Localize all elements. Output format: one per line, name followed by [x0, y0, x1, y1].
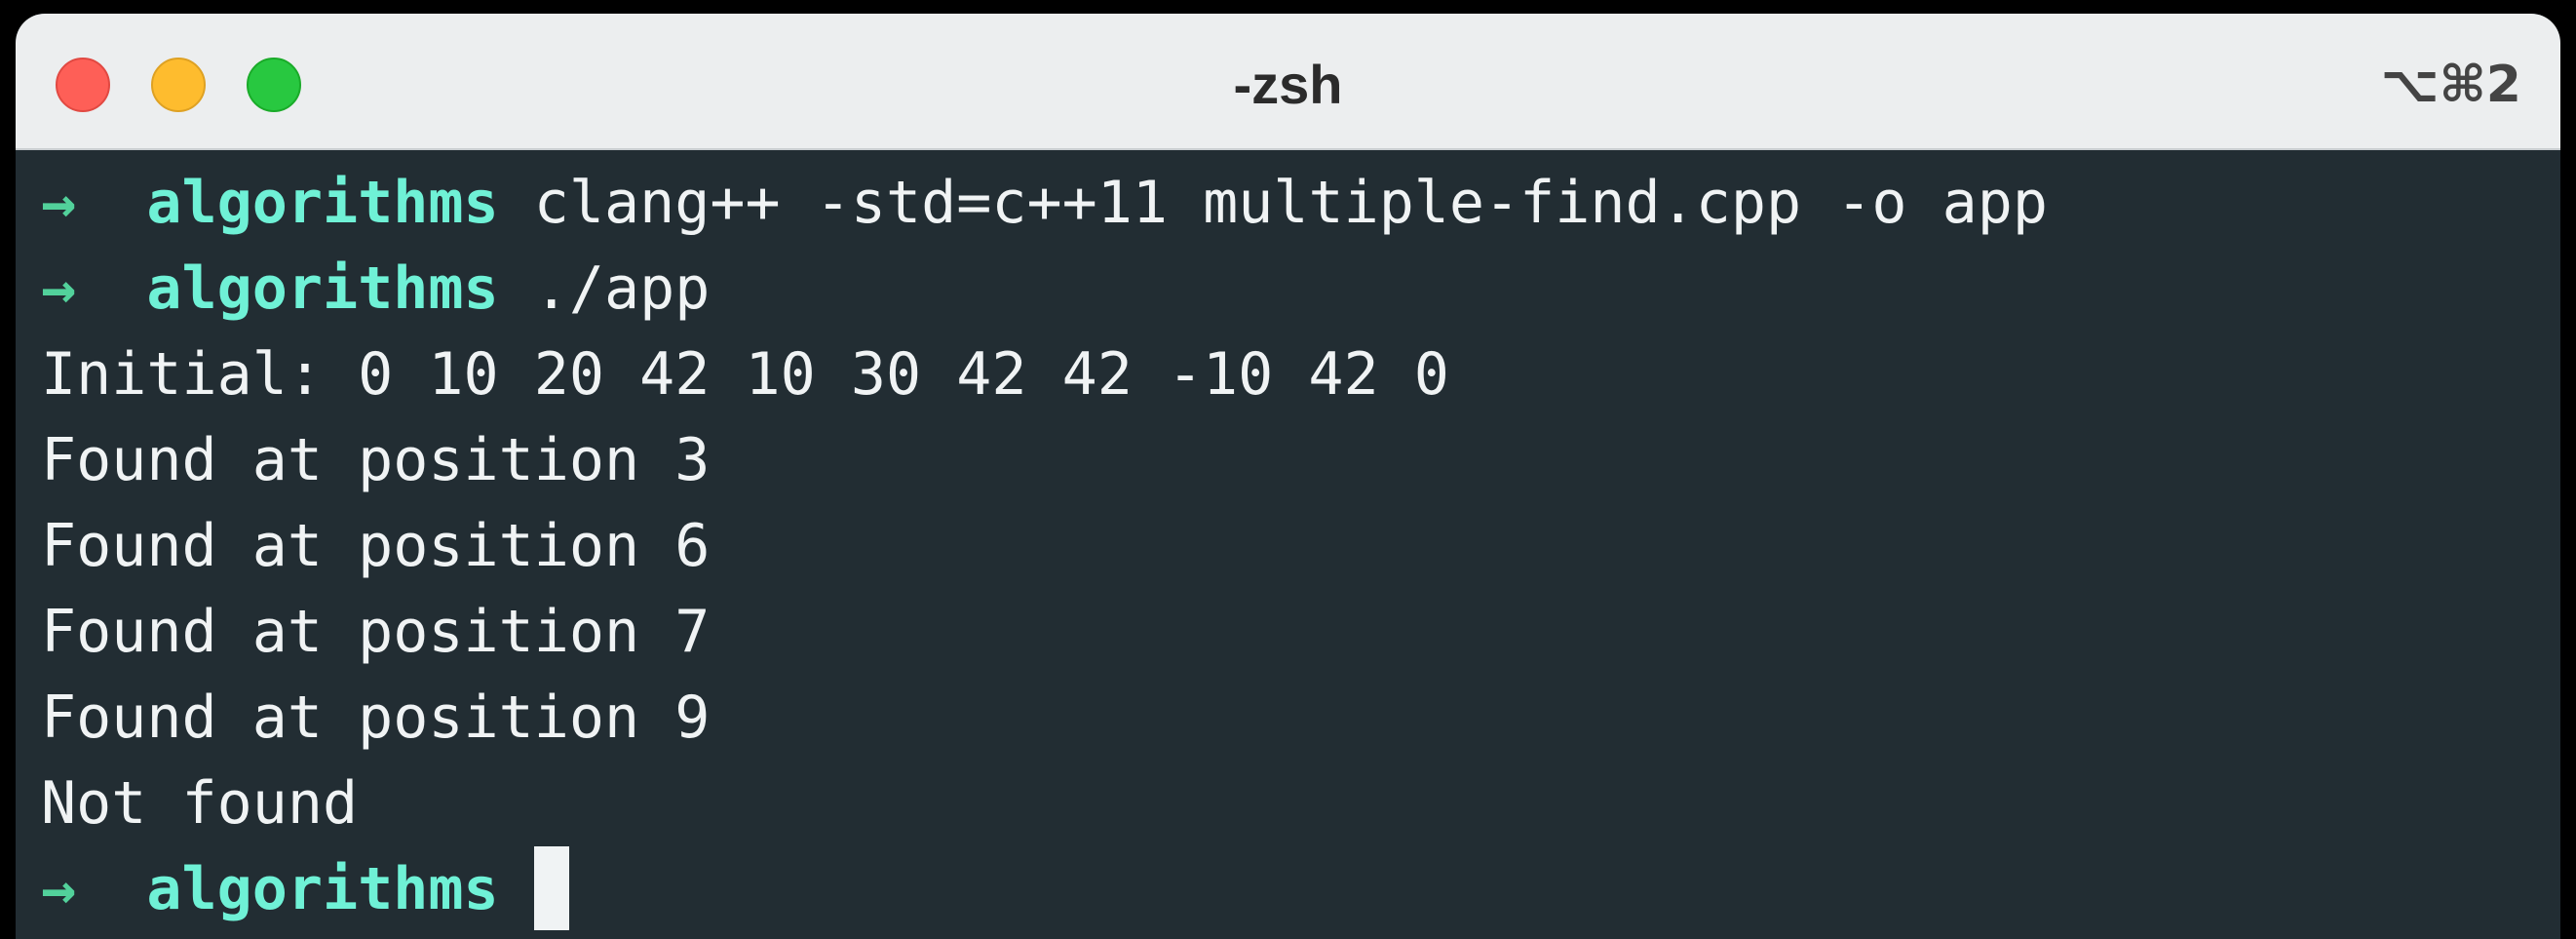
text-cursor	[533, 846, 569, 930]
output-line: Found at position 7	[41, 598, 711, 666]
prompt-line[interactable]: → algorithms	[41, 846, 569, 932]
prompt-line: → algorithms clang++ -std=c++11 multiple…	[41, 160, 2048, 246]
command-text: clang++ -std=c++11 multiple-find.cpp -o …	[533, 169, 2049, 237]
terminal-window: -zsh ⌥⌘2 → algorithms clang++ -std=c++11…	[16, 14, 2560, 939]
prompt-directory: algorithms	[146, 169, 499, 237]
prompt-arrow-icon: →	[41, 254, 77, 323]
output-line: Initial: 0 10 20 42 10 30 42 42 -10 42 0	[41, 340, 1449, 409]
prompt-arrow-icon: →	[41, 169, 77, 237]
command-text: ./app	[533, 254, 711, 323]
output-line: Found at position 3	[41, 426, 711, 494]
terminal-content[interactable]: → algorithms clang++ -std=c++11 multiple…	[16, 150, 2560, 939]
output-line: Found at position 6	[41, 512, 711, 580]
window-title: -zsh	[1233, 54, 1343, 115]
title-bar[interactable]: -zsh ⌥⌘2	[16, 14, 2560, 150]
prompt-directory: algorithms	[146, 254, 499, 323]
prompt-line: → algorithms ./app	[41, 246, 710, 332]
output-line: Not found	[41, 769, 359, 838]
window-shortcut: ⌥⌘2	[2380, 56, 2521, 114]
output-line: Found at position 9	[41, 684, 711, 752]
prompt-arrow-icon: →	[41, 855, 77, 923]
prompt-directory: algorithms	[146, 855, 499, 923]
